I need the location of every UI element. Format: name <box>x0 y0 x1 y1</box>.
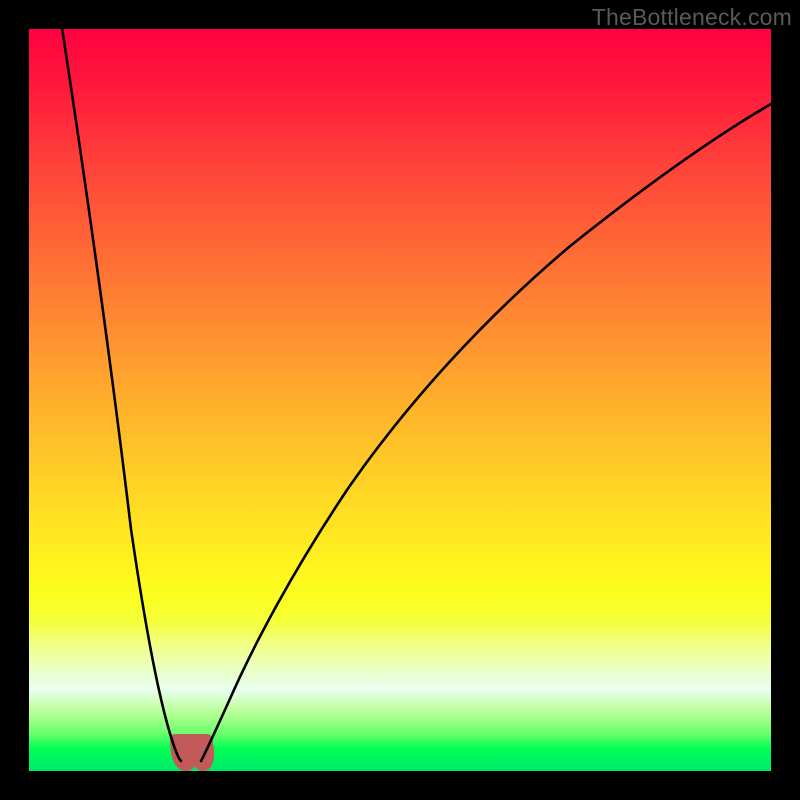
chart-plot-area <box>29 29 771 771</box>
bottleneck-curve <box>29 29 771 771</box>
watermark-text: TheBottleneck.com <box>592 4 792 31</box>
curve-right-branch <box>201 104 771 761</box>
curve-left-branch <box>61 29 181 761</box>
